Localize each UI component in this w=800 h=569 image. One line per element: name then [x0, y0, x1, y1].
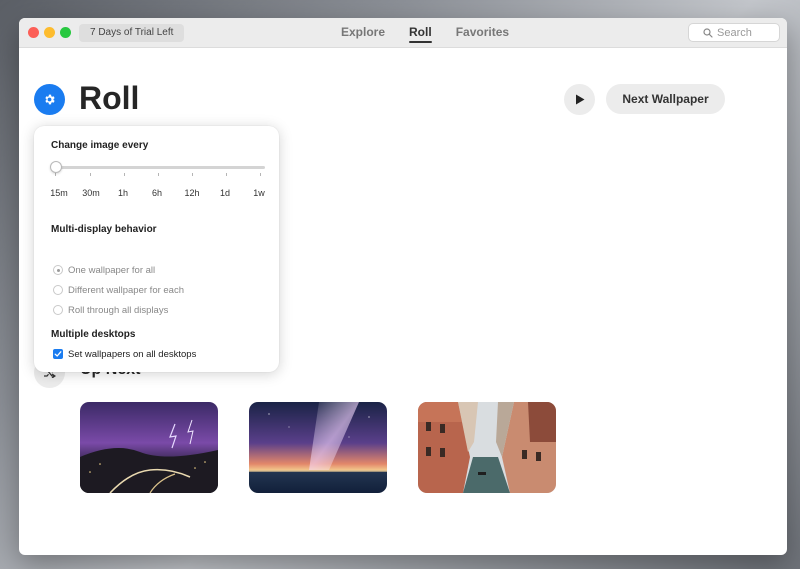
- slider-tick: [226, 173, 227, 176]
- interval-label-12h: 12h: [184, 188, 200, 198]
- multiple-desktops-label: Multiple desktops: [51, 329, 136, 340]
- checkmark-icon: [54, 351, 62, 357]
- radio-roll-through[interactable]: Roll through all displays: [53, 303, 168, 317]
- slider-tick: [260, 173, 261, 176]
- radio-button[interactable]: [53, 265, 63, 275]
- radio-different-wallpaper[interactable]: Different wallpaper for each: [53, 283, 184, 297]
- title-bar: 7 Days of Trial Left Explore Roll Favori…: [19, 18, 787, 48]
- settings-button[interactable]: [34, 84, 65, 115]
- slider-tick: [124, 173, 125, 176]
- play-button[interactable]: [564, 84, 595, 115]
- play-icon: [575, 94, 584, 105]
- slider-tick: [55, 173, 56, 176]
- minimize-window-button[interactable]: [44, 27, 55, 38]
- radio-button[interactable]: [53, 285, 63, 295]
- page-title: Roll: [79, 80, 140, 116]
- interval-label-6h: 6h: [151, 188, 162, 198]
- multi-display-label: Multi-display behavior: [51, 224, 157, 235]
- next-wallpaper-button[interactable]: Next Wallpaper: [606, 84, 725, 114]
- settings-popover: Change image every 15m 30m 1h 6h 12h 1d …: [34, 126, 279, 372]
- slider-tick: [158, 173, 159, 176]
- search-icon: [703, 28, 713, 38]
- radio-button[interactable]: [53, 305, 63, 315]
- gear-icon: [45, 94, 55, 105]
- wallpaper-thumbnail-milky-way[interactable]: [249, 402, 387, 493]
- slider-tick: [192, 173, 193, 176]
- tab-roll[interactable]: Roll: [409, 18, 432, 47]
- interval-label-15m: 15m: [50, 188, 68, 198]
- search-box: [688, 23, 780, 42]
- set-all-desktops-checkbox[interactable]: [53, 349, 63, 359]
- trial-badge[interactable]: 7 Days of Trial Left: [79, 24, 185, 42]
- wallpaper-thumbnail-storm[interactable]: [80, 402, 218, 493]
- wallpaper-thumbnail-venice[interactable]: [418, 402, 556, 493]
- interval-label-30m: 30m: [82, 188, 100, 198]
- interval-slider-knob[interactable]: [50, 161, 62, 173]
- tab-favorites[interactable]: Favorites: [456, 18, 509, 47]
- app-window: 7 Days of Trial Left Explore Roll Favori…: [19, 18, 787, 555]
- search-input[interactable]: [717, 25, 775, 40]
- interval-label-1h: 1h: [117, 188, 128, 198]
- interval-label-1w: 1w: [253, 188, 265, 198]
- close-window-button[interactable]: [28, 27, 39, 38]
- slider-tick: [90, 173, 91, 176]
- zoom-window-button[interactable]: [60, 27, 71, 38]
- change-image-label: Change image every: [51, 140, 149, 151]
- tab-explore[interactable]: Explore: [341, 18, 385, 47]
- interval-label-1d: 1d: [219, 188, 230, 198]
- radio-one-wallpaper[interactable]: One wallpaper for all: [53, 263, 155, 277]
- set-all-desktops-checkbox-row[interactable]: Set wallpapers on all desktops: [53, 347, 196, 361]
- interval-slider-track[interactable]: [55, 166, 265, 169]
- main-tabs: Explore Roll Favorites: [341, 18, 509, 47]
